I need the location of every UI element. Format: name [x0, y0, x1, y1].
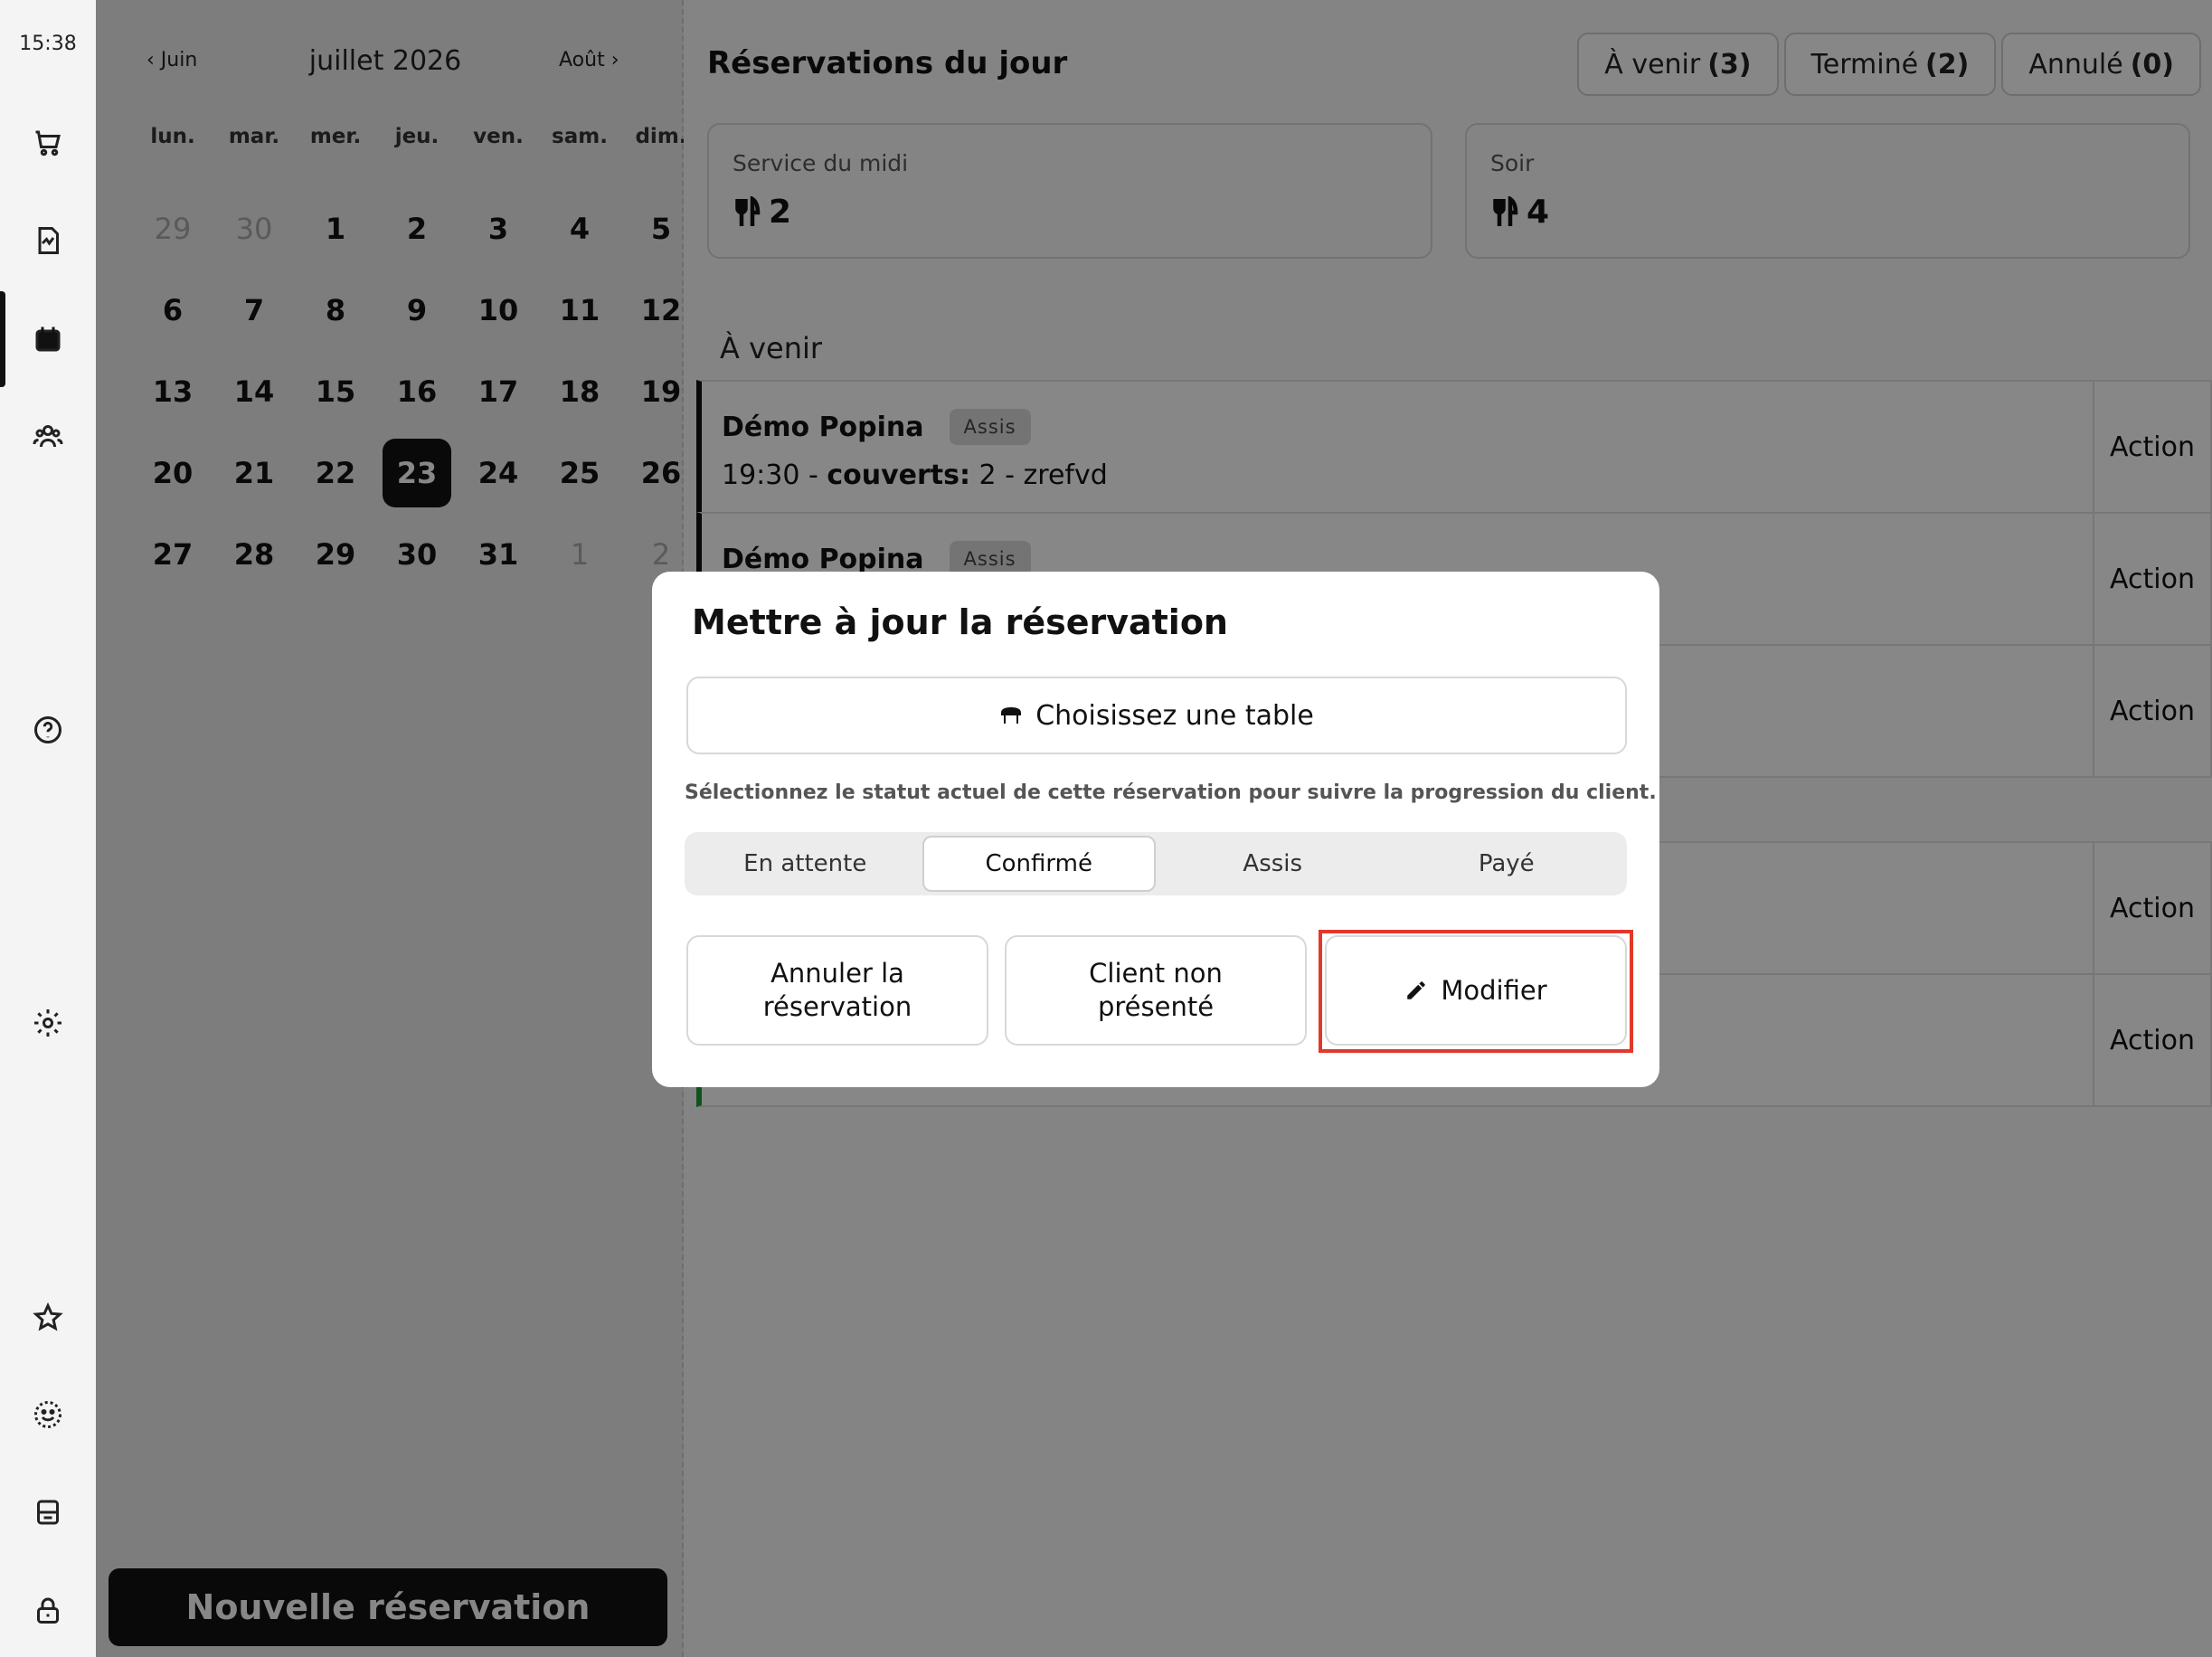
modal-title: Mettre à jour la réservation: [692, 602, 1228, 642]
calendar-icon[interactable]: [0, 312, 96, 366]
cancel-reservation-label: Annuler la réservation: [762, 958, 912, 1022]
clock-time: 15:38: [19, 33, 77, 55]
status-option-waiting[interactable]: En attente: [688, 836, 922, 892]
choose-table-button[interactable]: Choisissez une table: [686, 677, 1627, 754]
cancel-reservation-button[interactable]: Annuler la réservation: [686, 935, 988, 1046]
status-option-confirmed[interactable]: Confirmé: [922, 836, 1156, 892]
update-reservation-modal: Mettre à jour la réservation Choisissez …: [652, 572, 1659, 1087]
status-option-paid[interactable]: Payé: [1390, 836, 1624, 892]
printer-icon[interactable]: [0, 1485, 96, 1539]
cart-icon[interactable]: [0, 116, 96, 170]
no-show-label: Client non présenté: [1089, 958, 1223, 1022]
users-icon[interactable]: [0, 409, 96, 463]
left-rail: 15:38: [0, 0, 96, 1657]
table-icon: [1001, 707, 1022, 724]
choose-table-label: Choisissez une table: [1035, 699, 1314, 732]
modify-button[interactable]: Modifier: [1325, 935, 1627, 1046]
help-icon[interactable]: [0, 703, 96, 757]
gear-icon[interactable]: [0, 996, 96, 1050]
receipt-icon[interactable]: [0, 213, 96, 268]
lock-icon[interactable]: [0, 1583, 96, 1637]
status-hint: Sélectionnez le statut actuel de cette r…: [685, 781, 1657, 804]
smile-icon[interactable]: [0, 1387, 96, 1442]
pencil-icon: [1407, 981, 1426, 999]
status-segmented-control: En attente Confirmé Assis Payé: [685, 832, 1627, 895]
no-show-button[interactable]: Client non présenté: [1005, 935, 1307, 1046]
star-icon[interactable]: [0, 1291, 96, 1345]
status-option-seated[interactable]: Assis: [1156, 836, 1390, 892]
modify-label: Modifier: [1441, 974, 1547, 1006]
